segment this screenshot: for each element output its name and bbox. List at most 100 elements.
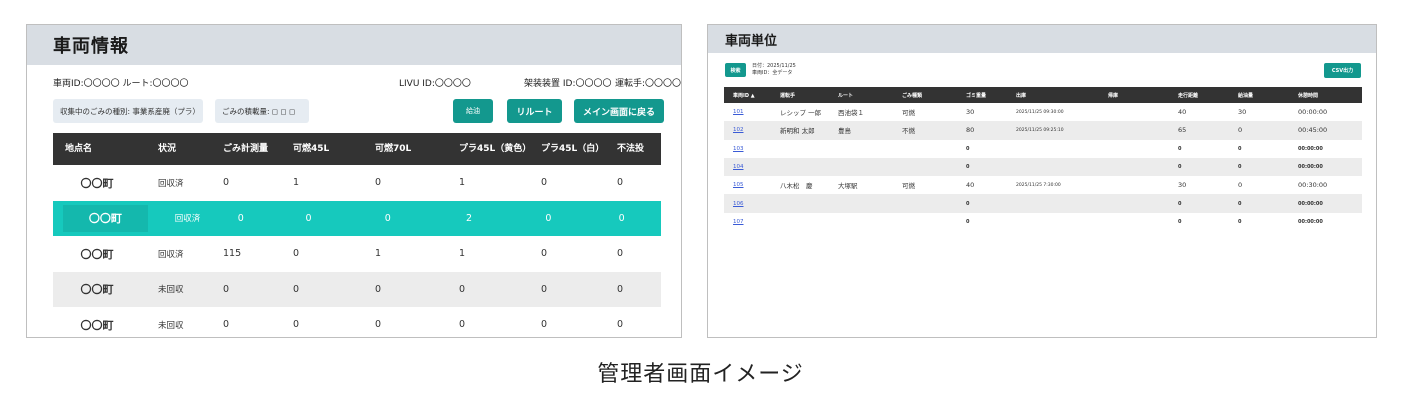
- stage: 車両情報 車両ID:〇〇〇〇 ルート:〇〇〇〇 LIVU ID:〇〇〇〇 架装装…: [0, 0, 1401, 419]
- table-row[interactable]: 〇〇町 未回収 0 0 0 0 0 0: [53, 307, 661, 337]
- table-row[interactable]: 〇〇町 回収済 0 1 0 1 0 0: [53, 165, 661, 201]
- cell-driver: 八木松 慶: [780, 182, 813, 191]
- col-header-plastic-45l-yellow[interactable]: プラ45L（黄色）: [449, 133, 531, 165]
- cell-waste-measured: 0: [223, 283, 230, 295]
- back-to-main-button[interactable]: メイン画面に戻る: [574, 99, 664, 123]
- cell-route: 西池袋１: [838, 109, 864, 118]
- filter-row: 収集中のごみの種別: 事業系産廃（プラ） ごみの積載量: ◻ ◻ ◻ 給油 リル…: [27, 99, 681, 125]
- refuel-button[interactable]: 給油: [453, 99, 493, 123]
- col-header-plastic-45l-white[interactable]: プラ45L（白）: [531, 133, 615, 165]
- col-header-illegal-dumping[interactable]: 不法投: [615, 133, 661, 165]
- cell-waste-measured: 0: [237, 212, 244, 224]
- col-header-waste-weight[interactable]: ゴミ重量: [966, 87, 1016, 103]
- cell-break-time: 00:30:00: [1298, 181, 1328, 190]
- table-row: 103 0 0 0 00:00:00: [724, 140, 1362, 158]
- cell-waste-type: [902, 213, 966, 231]
- cell-driver: [780, 158, 838, 176]
- cell-plastic-45l-yellow: 0: [459, 283, 466, 295]
- search-button[interactable]: 検索: [725, 63, 746, 77]
- cell-return: [1108, 103, 1178, 121]
- col-header-break-time[interactable]: 休憩時間: [1298, 87, 1362, 103]
- table-header: 車両ID ▲ 運転手 ルート ごみ種類 ゴミ重量 出庫 帰庫 走行距離 給油量 …: [724, 87, 1362, 103]
- table-row: 106 0 0 0 00:00:00: [724, 194, 1362, 213]
- cell-status: 未回収: [158, 285, 184, 296]
- cell-illegal-dumping: 0: [617, 248, 624, 260]
- cell-break-time: 00:00:00: [1298, 164, 1323, 171]
- table-row[interactable]: 〇〇町 回収済 0 0 0 2 0 0: [53, 200, 661, 236]
- cell-fuel: 0: [1238, 200, 1242, 207]
- cell-burnable-70l: 0: [375, 177, 382, 189]
- cell-vehicle-id-link[interactable]: 105: [724, 176, 780, 194]
- vehicle-filter-text: 車両ID：全データ: [752, 70, 793, 76]
- col-header-vehicle-id[interactable]: 車両ID ▲: [724, 87, 780, 103]
- cell-vehicle-id-link[interactable]: 102: [724, 121, 780, 139]
- csv-export-button[interactable]: CSV出力: [1324, 63, 1361, 78]
- table-row[interactable]: 〇〇町 回収済 115 0 1 1 0 0: [53, 236, 661, 272]
- cell-distance: 65: [1178, 126, 1187, 135]
- date-filter-text: 日付：2025/11/25: [752, 63, 796, 69]
- table-body: 101 レシップ 一郎 西池袋１ 可燃 30 2025/11/25 09:30:00 40 3…: [724, 103, 1362, 231]
- waste-type-chip: 収集中のごみの種別: 事業系産廃（プラ）: [53, 99, 203, 123]
- table-row: 107 0 0 0 00:00:00: [724, 213, 1362, 231]
- cell-break-time: 00:00:00: [1298, 145, 1323, 152]
- cell-burnable-45l: 0: [293, 248, 300, 260]
- cell-fuel: 30: [1238, 108, 1247, 117]
- cell-location: 〇〇町: [80, 283, 114, 297]
- col-header-burnable-45l[interactable]: 可燃45L: [283, 133, 365, 165]
- cell-return: [1108, 158, 1178, 176]
- col-header-departure[interactable]: 出庫: [1016, 87, 1108, 103]
- cell-vehicle-id-link[interactable]: 104: [724, 158, 780, 176]
- col-header-waste-type[interactable]: ごみ種類: [902, 87, 966, 103]
- reroute-button[interactable]: リルート: [507, 99, 562, 123]
- vehicle-unit-panel: 車両単位 検索 日付：2025/11/25 車両ID：全データ CSV出力 車両…: [707, 24, 1377, 338]
- cell-burnable-70l: 0: [375, 283, 382, 295]
- cell-route: 豊島: [838, 127, 851, 136]
- cell-distance: 0: [1178, 164, 1182, 171]
- cell-burnable-45l: 0: [293, 319, 300, 331]
- weight-chip: ごみの積載量: ◻ ◻ ◻: [215, 99, 309, 123]
- cell-vehicle-id-link[interactable]: 107: [724, 213, 780, 231]
- cell-break-time: 00:00:00: [1298, 218, 1323, 225]
- collection-points-table: 地点名 状況 ごみ計測量 可燃45L 可燃70L プラ45L（黄色） プラ45L…: [53, 133, 661, 337]
- driver-text: 運転手:〇〇〇〇: [615, 79, 682, 89]
- col-header-status[interactable]: 状況: [141, 133, 213, 165]
- cell-break-time: 00:00:00: [1298, 200, 1323, 207]
- cell-driver: [780, 213, 838, 231]
- vehicle-info-panel: 車両情報 車両ID:〇〇〇〇 ルート:〇〇〇〇 LIVU ID:〇〇〇〇 架装装…: [26, 24, 682, 338]
- cell-route: [838, 140, 902, 158]
- cell-vehicle-id-link[interactable]: 101: [724, 103, 780, 121]
- col-header-route[interactable]: ルート: [838, 87, 902, 103]
- cell-return: [1108, 176, 1178, 194]
- cell-departure: 2025/11/25 09:30:00: [1016, 109, 1064, 115]
- cell-waste-type: 可燃: [902, 182, 915, 191]
- cell-burnable-70l: 0: [384, 212, 391, 224]
- col-header-location[interactable]: 地点名: [53, 133, 141, 165]
- cell-waste-type: [902, 140, 966, 158]
- cell-departure: [1016, 213, 1108, 231]
- cell-waste-weight: 40: [966, 181, 975, 190]
- cell-driver: [780, 140, 838, 158]
- col-header-driver[interactable]: 運転手: [780, 87, 838, 103]
- cell-illegal-dumping: 0: [618, 212, 625, 224]
- cell-waste-type: 可燃: [902, 109, 915, 118]
- figure-caption: 管理者画面イメージ: [597, 362, 804, 387]
- cell-vehicle-id-link[interactable]: 106: [724, 194, 780, 212]
- cell-vehicle-id-link[interactable]: 103: [724, 140, 780, 158]
- col-header-waste-measured[interactable]: ごみ計測量: [213, 133, 283, 165]
- cell-illegal-dumping: 0: [617, 319, 624, 331]
- col-header-distance[interactable]: 走行距離: [1178, 87, 1238, 103]
- col-header-burnable-70l[interactable]: 可燃70L: [365, 133, 449, 165]
- cell-return: [1108, 140, 1178, 158]
- cell-waste-weight: 0: [966, 218, 970, 225]
- cell-route: [838, 213, 902, 231]
- cell-plastic-45l-white: 0: [545, 212, 552, 224]
- col-header-fuel[interactable]: 給油量: [1238, 87, 1298, 103]
- col-header-return[interactable]: 帰庫: [1108, 87, 1178, 103]
- cell-return: [1108, 121, 1178, 139]
- table-row[interactable]: 〇〇町 未回収 0 0 0 0 0 0: [53, 271, 661, 307]
- cell-burnable-70l: 1: [375, 248, 382, 260]
- vehicle-unit-title-bar: 車両単位: [708, 25, 1376, 53]
- cell-illegal-dumping: 0: [617, 283, 624, 295]
- cell-route: 大塚駅: [838, 182, 858, 191]
- livu-id-text: LIVU ID:〇〇〇〇: [399, 79, 471, 89]
